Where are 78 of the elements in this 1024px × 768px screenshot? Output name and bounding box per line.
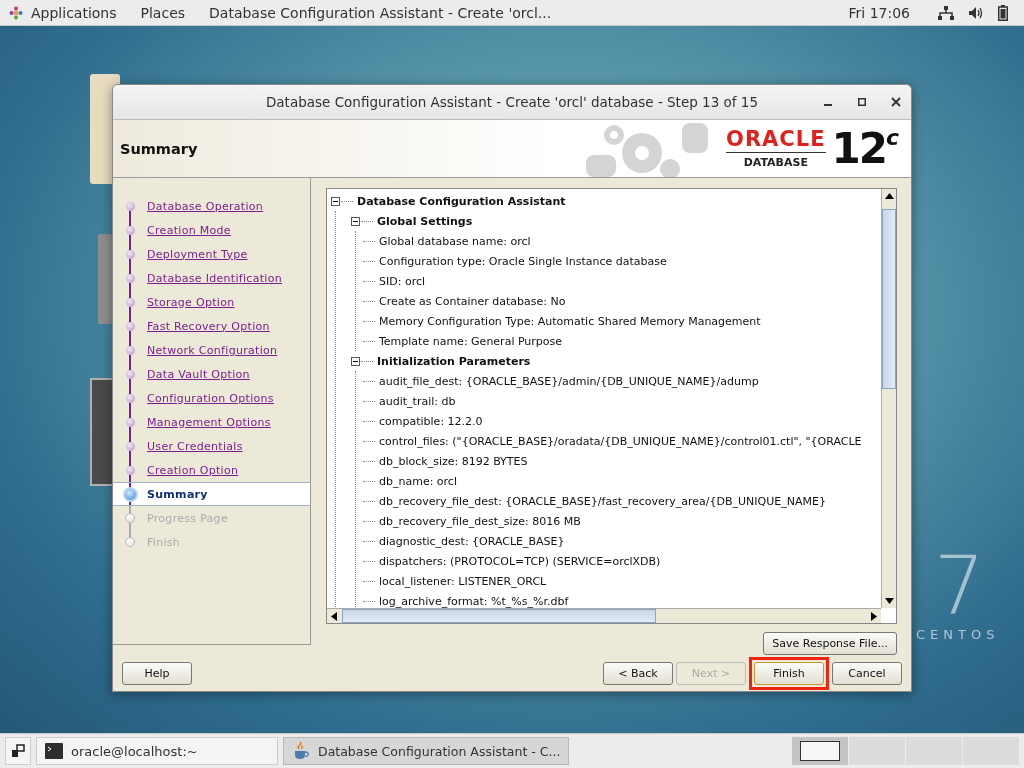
tree-group-label[interactable]: Initialization Parameters (377, 354, 531, 368)
tree-item: db_recovery_file_dest_size: 8016 MB (379, 514, 581, 528)
show-desktop-button[interactable] (5, 737, 31, 765)
scroll-thumb[interactable] (882, 209, 896, 389)
logo-product-text: DATABASE (743, 155, 808, 169)
window-title: Database Configuration Assistant - Create 'orcl' database - Step 13 of 15 (265, 94, 759, 110)
tree-item: control_files: ("{ORACLE_BASE}/oradata/{DB_UNIQUE_NAME}/control01.ctl", "{ORACLE (379, 434, 862, 448)
coffee-cup-icon (292, 742, 310, 760)
logo-brand-text: ORACLE (726, 128, 826, 153)
battery-icon[interactable] (998, 4, 1008, 21)
tree-item: Create as Container database: No (379, 294, 566, 308)
step-label: Finish (147, 535, 181, 549)
tree-group-label[interactable]: Global Settings (377, 214, 473, 228)
step-link[interactable]: Database Identification (147, 271, 282, 285)
maximize-icon[interactable] (857, 97, 867, 107)
active-window-title[interactable]: Database Configuration Assistant - Create 'orcl... (209, 4, 552, 21)
logo-version-text: 12$^{c}$ (831, 127, 897, 170)
collapse-icon[interactable] (351, 216, 360, 226)
taskbar-button[interactable]: oracle@localhost:~ (36, 737, 278, 765)
step-link[interactable]: Creation Option (147, 463, 239, 477)
step-link[interactable]: Deployment Type (147, 247, 248, 261)
tree-item: dispatchers: (PROTOCOL=TCP) (SERVICE=orclXDB) (379, 554, 661, 568)
step-link[interactable]: Creation Mode (147, 223, 231, 237)
step-link[interactable]: Data Vault Option (147, 367, 250, 381)
network-icon[interactable] (938, 5, 954, 20)
step-link[interactable]: Fast Recovery Option (147, 319, 270, 333)
menu-item[interactable]: Places (140, 4, 186, 21)
wizard-button[interactable]: < Back (603, 661, 673, 685)
step-link[interactable]: Summary (147, 487, 208, 501)
right-arrow-icon (871, 611, 877, 621)
step-link[interactable]: Storage Option (147, 295, 235, 309)
page-title: Summary (120, 140, 198, 157)
tree-item: diagnostic_dest: {ORACLE_BASE} (379, 534, 565, 548)
close-icon[interactable] (891, 97, 901, 107)
scroll-thumb[interactable] (342, 609, 656, 623)
window-thumbnail (800, 741, 840, 761)
tree-item: db_name: orcl (379, 474, 457, 488)
left-arrow-icon (331, 611, 337, 621)
tree-item: compatible: 12.2.0 (379, 414, 483, 428)
workspace-button[interactable] (792, 737, 848, 765)
brand-number: 7 (934, 546, 985, 626)
step-label: Progress Page (147, 511, 228, 525)
vertical-scrollbar[interactable] (881, 189, 896, 608)
step-link[interactable]: Database Operation (147, 199, 264, 213)
tree-item: Memory Configuration Type: Automatic Shared Memory Management (379, 314, 761, 328)
tree-group-label[interactable]: Database Configuration Assistant (357, 194, 566, 208)
tree-item: db_block_size: 8192 BYTES (379, 454, 528, 468)
save-response-button[interactable]: Save Response File... (763, 632, 897, 655)
flower-icon[interactable] (9, 5, 23, 20)
windows-icon (11, 744, 25, 758)
tree-item: audit_file_dest: {ORACLE_BASE}/admin/{DB_UNIQUE_NAME}/adump (379, 374, 759, 388)
wizard-button[interactable]: Finish (754, 661, 824, 685)
step-link[interactable]: Network Configuration (147, 343, 278, 357)
tree-item: local_listener: LISTENER_ORCL (379, 574, 547, 588)
collapse-icon[interactable] (351, 356, 360, 366)
menu-item[interactable]: Applications (31, 4, 117, 21)
up-arrow-icon (884, 193, 894, 199)
tree-item: SID: orcl (379, 274, 425, 288)
task-label: oracle@localhost:~ (71, 743, 198, 759)
wizard-button[interactable]: Cancel (832, 661, 902, 685)
horizontal-scrollbar[interactable] (327, 608, 881, 623)
collapse-icon[interactable] (331, 196, 340, 206)
tree-item: Template name: General Purpose (379, 334, 563, 348)
tree-item: db_recovery_file_dest: {ORACLE_BASE}/fast_recovery_area/{DB_UNIQUE_NAME} (379, 494, 826, 508)
speaker-icon[interactable] (968, 5, 984, 20)
brand-name: CENTOS (916, 627, 1000, 642)
down-arrow-icon (884, 598, 894, 604)
task-label: Database Configuration Assistant - C... (318, 743, 561, 759)
tree-item: Global database name: orcl (379, 234, 531, 248)
clock[interactable]: Fri 17:06 (848, 4, 910, 21)
step-link[interactable]: Configuration Options (147, 391, 274, 405)
step-link[interactable]: User Credentials (147, 439, 243, 453)
taskbar-button[interactable]: Database Configuration Assistant - C... (283, 737, 570, 765)
tree-item: Configuration type: Oracle Single Instance database (379, 254, 667, 268)
step-link[interactable]: Management Options (147, 415, 271, 429)
tree-item: audit_trail: db (379, 394, 456, 408)
tree-item: log_archive_format: %t_%s_%r.dbf (379, 594, 569, 608)
help-button[interactable]: Help (122, 661, 192, 685)
